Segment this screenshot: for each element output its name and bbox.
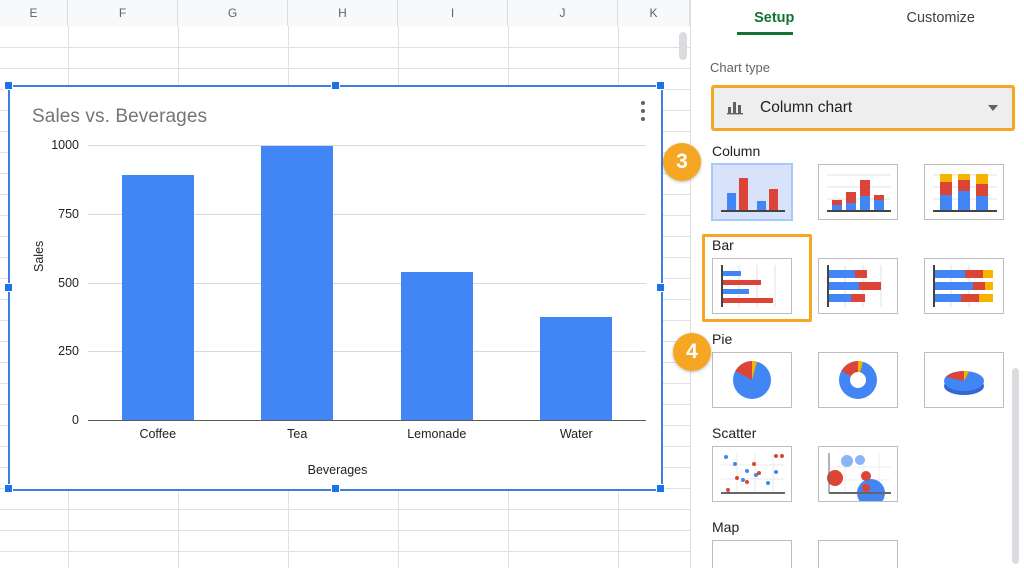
- thumbnail-column-2[interactable]: [818, 164, 898, 220]
- thumbnail-row-pie: [690, 352, 1024, 408]
- y-axis-tick-500: 500: [58, 275, 79, 290]
- app-root: EFGHIJK Sales vs. Beverages Sales 0 250 50…: [0, 0, 1024, 568]
- thumbnail-column-1[interactable]: [712, 164, 792, 220]
- section-title-bar: Bar: [712, 237, 734, 253]
- more-vert-icon[interactable]: [635, 99, 651, 123]
- gridline-0: [88, 420, 646, 421]
- chart-plot-area: 0 250 500 750 1000 Coffee Tea Lemonade Water: [51, 138, 646, 441]
- column-header-h[interactable]: H: [288, 0, 398, 26]
- chart-title: Sales vs. Beverages: [32, 106, 208, 127]
- section-title-column: Column: [712, 143, 761, 159]
- y-axis-tick-1000: 1000: [51, 138, 79, 152]
- thumbnail-column-3[interactable]: [924, 164, 1004, 220]
- column-header-j[interactable]: J: [508, 0, 618, 26]
- chart-type-value: Column chart: [760, 99, 853, 116]
- bar-tea[interactable]: [261, 145, 334, 420]
- x-axis-tick-coffee: Coffee: [139, 427, 177, 441]
- thumbnail-bar-1[interactable]: [712, 258, 792, 314]
- column-header-row: EFGHIJK: [0, 0, 690, 26]
- resize-handle-2[interactable]: [656, 81, 665, 90]
- chevron-down-icon[interactable]: [988, 105, 998, 111]
- thumbnail-map-1[interactable]: [712, 540, 792, 568]
- sheet-vertical-scrollbar[interactable]: [679, 32, 687, 60]
- bar-lemonade[interactable]: [400, 272, 473, 420]
- thumbnail-pie-1[interactable]: [712, 352, 792, 408]
- column-header-k[interactable]: K: [618, 0, 690, 26]
- section-pie: Pie: [690, 328, 1024, 408]
- resize-handle-0[interactable]: [4, 81, 13, 90]
- thumbnail-row-column: [690, 164, 1024, 220]
- annotation-badge-3: 3: [663, 143, 701, 181]
- resize-handle-7[interactable]: [656, 484, 665, 493]
- thumbnail-row-scatter: [690, 446, 1024, 502]
- resize-handle-3[interactable]: [4, 283, 13, 292]
- annotation-badge-4: 4: [673, 333, 711, 371]
- section-scatter: Scatter: [690, 422, 1024, 502]
- grid-line-horizontal: [0, 509, 690, 510]
- section-column: Column: [690, 140, 1024, 220]
- grid-line-horizontal: [0, 551, 690, 552]
- y-axis-tick-750: 750: [58, 206, 79, 221]
- tab-customize[interactable]: Customize: [858, 0, 1024, 38]
- active-tab-underline: [737, 32, 793, 35]
- thumbnail-row-map: [690, 540, 1024, 568]
- thumbnail-scatter-1[interactable]: [712, 446, 792, 502]
- grid-line-horizontal: [0, 68, 690, 69]
- thumbnail-scatter-2[interactable]: [818, 446, 898, 502]
- thumbnail-pie-3[interactable]: [924, 352, 1004, 408]
- resize-handle-5[interactable]: [4, 484, 13, 493]
- x-axis-tick-water: Water: [559, 427, 593, 441]
- resize-handle-6[interactable]: [330, 484, 340, 493]
- gridline-1000: [88, 145, 646, 146]
- bar-coffee[interactable]: [121, 175, 194, 420]
- chart-type-dropdown[interactable]: Column chart: [711, 85, 1015, 131]
- thumbnail-row-bar: [690, 258, 1024, 314]
- column-chart-icon: [726, 97, 746, 120]
- thumbnail-bar-3[interactable]: [924, 258, 1004, 314]
- x-axis-tick-lemonade: Lemonade: [407, 427, 467, 441]
- column-header-i[interactable]: I: [398, 0, 508, 26]
- section-title-map: Map: [712, 519, 740, 535]
- section-bar: Bar: [690, 234, 1024, 322]
- column-header-e[interactable]: E: [0, 0, 68, 26]
- bar-water[interactable]: [540, 316, 613, 420]
- y-axis-tick-250: 250: [58, 344, 79, 359]
- y-axis-title: Sales: [32, 240, 46, 272]
- x-axis-title: Beverages: [307, 463, 368, 477]
- grid-line-horizontal: [0, 530, 690, 531]
- section-title-scatter: Scatter: [712, 425, 757, 441]
- resize-handle-4[interactable]: [656, 283, 665, 292]
- thumbnail-map-2[interactable]: [818, 540, 898, 568]
- x-axis-tick-tea: Tea: [287, 427, 308, 441]
- chart-type-label: Chart type: [710, 60, 770, 75]
- chart-object[interactable]: Sales vs. Beverages Sales 0 250 500 750 1000…: [4, 81, 665, 493]
- resize-handle-1[interactable]: [330, 81, 340, 90]
- thumbnail-pie-2[interactable]: [818, 352, 898, 408]
- thumbnail-bar-2[interactable]: [818, 258, 898, 314]
- section-map: Map: [690, 516, 1024, 568]
- chart-type-sections: Column Bar Pie Scatter Map: [690, 140, 1024, 568]
- y-axis-tick-0: 0: [72, 413, 79, 427]
- grid-line-horizontal: [0, 47, 690, 48]
- editor-tabs: Setup Customize: [691, 0, 1024, 38]
- column-header-f[interactable]: F: [68, 0, 178, 26]
- column-header-g[interactable]: G: [178, 0, 288, 26]
- section-title-pie: Pie: [712, 331, 733, 347]
